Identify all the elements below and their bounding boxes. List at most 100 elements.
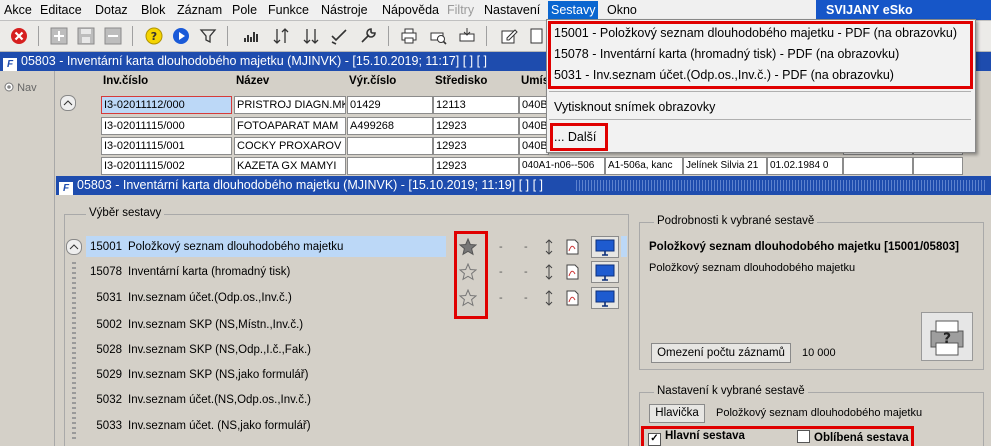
title-bar-grip	[576, 180, 986, 191]
report-name[interactable]: Položkový seznam dlouhodobého majetku	[128, 241, 343, 253]
wrench-icon[interactable]	[357, 25, 379, 47]
filter-icon[interactable]	[197, 25, 219, 47]
chart-icon[interactable]	[240, 25, 262, 47]
export-icon[interactable]	[456, 25, 478, 47]
app-logo-icon: F	[59, 182, 73, 196]
table-cell[interactable]: 12923	[433, 137, 519, 155]
report-code[interactable]: 5031	[62, 292, 122, 304]
table-cell[interactable]: 040A1-n06--506	[519, 157, 605, 175]
menu-nastroje[interactable]: Nástroje	[321, 3, 368, 17]
table-cell[interactable]: 12923	[433, 157, 519, 175]
table-cell[interactable]	[913, 157, 963, 175]
report-name[interactable]: Inv.seznam účet.(Odp.os.,Inv.č.)	[128, 292, 292, 304]
delete-record-icon[interactable]	[102, 25, 124, 47]
printer-button[interactable]: ?	[921, 312, 973, 361]
menu-dotaz[interactable]: Dotaz	[95, 3, 128, 17]
report-code[interactable]: 15001	[62, 241, 122, 253]
menu-okno[interactable]: Okno	[607, 3, 637, 17]
table-cell[interactable]: KAZETA GX MAMYI	[234, 157, 346, 175]
table-cell[interactable]: COCKY PROXAROV	[234, 137, 346, 155]
column-header-nazev[interactable]: Název	[236, 75, 269, 87]
reorder-icon[interactable]	[544, 264, 554, 280]
menu-bar: Akce Editace Dotaz Blok Záznam Pole Funk…	[0, 0, 991, 21]
save-icon[interactable]	[75, 25, 97, 47]
report-name[interactable]: Inventární karta (hromadný tisk)	[128, 266, 290, 278]
grid-scroll-up-button[interactable]	[60, 95, 76, 111]
report-code[interactable]: 5028	[62, 344, 122, 356]
table-cell[interactable]: 01429	[347, 96, 433, 114]
highlight-box	[641, 426, 914, 446]
menu-napoveda[interactable]: Nápověda	[382, 3, 439, 17]
dash-label: -	[499, 241, 503, 253]
table-cell[interactable]: 01.02.1984 0	[767, 157, 843, 175]
table-cell[interactable]: I3-02011115/001	[101, 137, 232, 155]
menu-editace[interactable]: Editace	[40, 3, 82, 17]
report-name[interactable]: Inv.seznam SKP (NS,Odp.,I.č.,Fak.)	[128, 344, 311, 356]
report-code[interactable]: 5002	[62, 319, 122, 331]
table-cell[interactable]: A1-506a, kanc	[605, 157, 683, 175]
screen-output-button[interactable]	[591, 261, 619, 283]
table-cell[interactable]: I3-02011112/000	[101, 96, 232, 114]
print-icon[interactable]	[398, 25, 420, 47]
pdf-icon[interactable]	[566, 290, 579, 306]
header-button[interactable]: Hlavička	[649, 404, 705, 423]
monitor-icon	[595, 290, 615, 307]
document-icon[interactable]	[526, 25, 548, 47]
table-cell[interactable]: 12923	[433, 117, 519, 135]
reorder-icon[interactable]	[544, 239, 554, 255]
screen-output-button[interactable]	[591, 236, 619, 258]
menu-pole[interactable]: Pole	[232, 3, 257, 17]
table-cell[interactable]	[347, 137, 433, 155]
report-code[interactable]: 15078	[62, 266, 122, 278]
printer-icon: ?	[930, 320, 964, 356]
menu-funkce[interactable]: Funkce	[268, 3, 309, 17]
check-icon[interactable]	[328, 25, 350, 47]
menu-item-screen-snapshot[interactable]: Vytisknout snímek obrazovky	[554, 100, 715, 114]
column-header-vyr-cislo[interactable]: Výr.číslo	[349, 75, 396, 87]
pdf-icon[interactable]	[566, 264, 579, 280]
cancel-icon[interactable]	[8, 25, 30, 47]
table-cell[interactable]: FOTOAPARAT MAM	[234, 117, 346, 135]
table-cell[interactable]: Jelínek Silvia 21	[683, 157, 767, 175]
run-query-icon[interactable]	[170, 25, 192, 47]
top-window-title: 05803 - Inventární karta dlouhodobého ma…	[21, 54, 488, 68]
table-cell[interactable]: 040B	[519, 96, 549, 114]
table-cell[interactable]: A499268	[347, 117, 433, 135]
pdf-icon[interactable]	[566, 239, 579, 255]
report-name[interactable]: Inv.seznam SKP (NS,Místn.,Inv.č.)	[128, 319, 303, 331]
edit-icon[interactable]	[498, 25, 520, 47]
column-header-stredisko[interactable]: Středisko	[435, 75, 487, 87]
table-cell[interactable]: I3-02011115/002	[101, 157, 232, 175]
menu-sestavy[interactable]: Sestavy	[548, 1, 599, 19]
table-cell[interactable]	[843, 157, 913, 175]
table-cell[interactable]: 040B	[519, 137, 549, 155]
menu-zaznam[interactable]: Záznam	[177, 3, 222, 17]
table-cell[interactable]: 12113	[433, 96, 519, 114]
report-name[interactable]: Inv.seznam účet. (NS,jako formulář)	[128, 420, 311, 432]
table-cell[interactable]: 040B	[519, 117, 549, 135]
report-name[interactable]: Inv.seznam SKP (NS,jako formulář)	[128, 369, 308, 381]
record-limit-button[interactable]: Omezení počtu záznamů	[651, 343, 791, 363]
report-code[interactable]: 5032	[62, 394, 122, 406]
screen-output-button[interactable]	[591, 287, 619, 309]
sort-icon[interactable]	[270, 25, 292, 47]
column-header-inv-cislo[interactable]: Inv.číslo	[103, 75, 148, 87]
report-code[interactable]: 5029	[62, 369, 122, 381]
app-logo-icon: F	[3, 58, 17, 72]
table-cell[interactable]: PRISTROJ DIAGN.MK	[234, 96, 346, 114]
table-cell[interactable]: I3-02011115/000	[101, 117, 232, 135]
table-cell[interactable]	[347, 157, 433, 175]
menu-nastaveni[interactable]: Nastavení	[484, 3, 540, 17]
add-record-icon[interactable]	[48, 25, 70, 47]
nav-radio[interactable]: Nav	[4, 82, 37, 94]
menu-akce[interactable]: Akce	[4, 3, 32, 17]
dash-label: -	[524, 266, 528, 278]
report-name[interactable]: Inv.seznam účet.(NS,Odp.os.,Inv.č.)	[128, 394, 311, 406]
help-icon[interactable]: ?	[143, 25, 165, 47]
column-header-umisteni[interactable]: Umís	[521, 75, 549, 87]
reorder-icon[interactable]	[544, 290, 554, 306]
report-code[interactable]: 5033	[62, 420, 122, 432]
menu-blok[interactable]: Blok	[141, 3, 165, 17]
print-preview-icon[interactable]	[427, 25, 449, 47]
sort-desc-icon[interactable]	[300, 25, 322, 47]
